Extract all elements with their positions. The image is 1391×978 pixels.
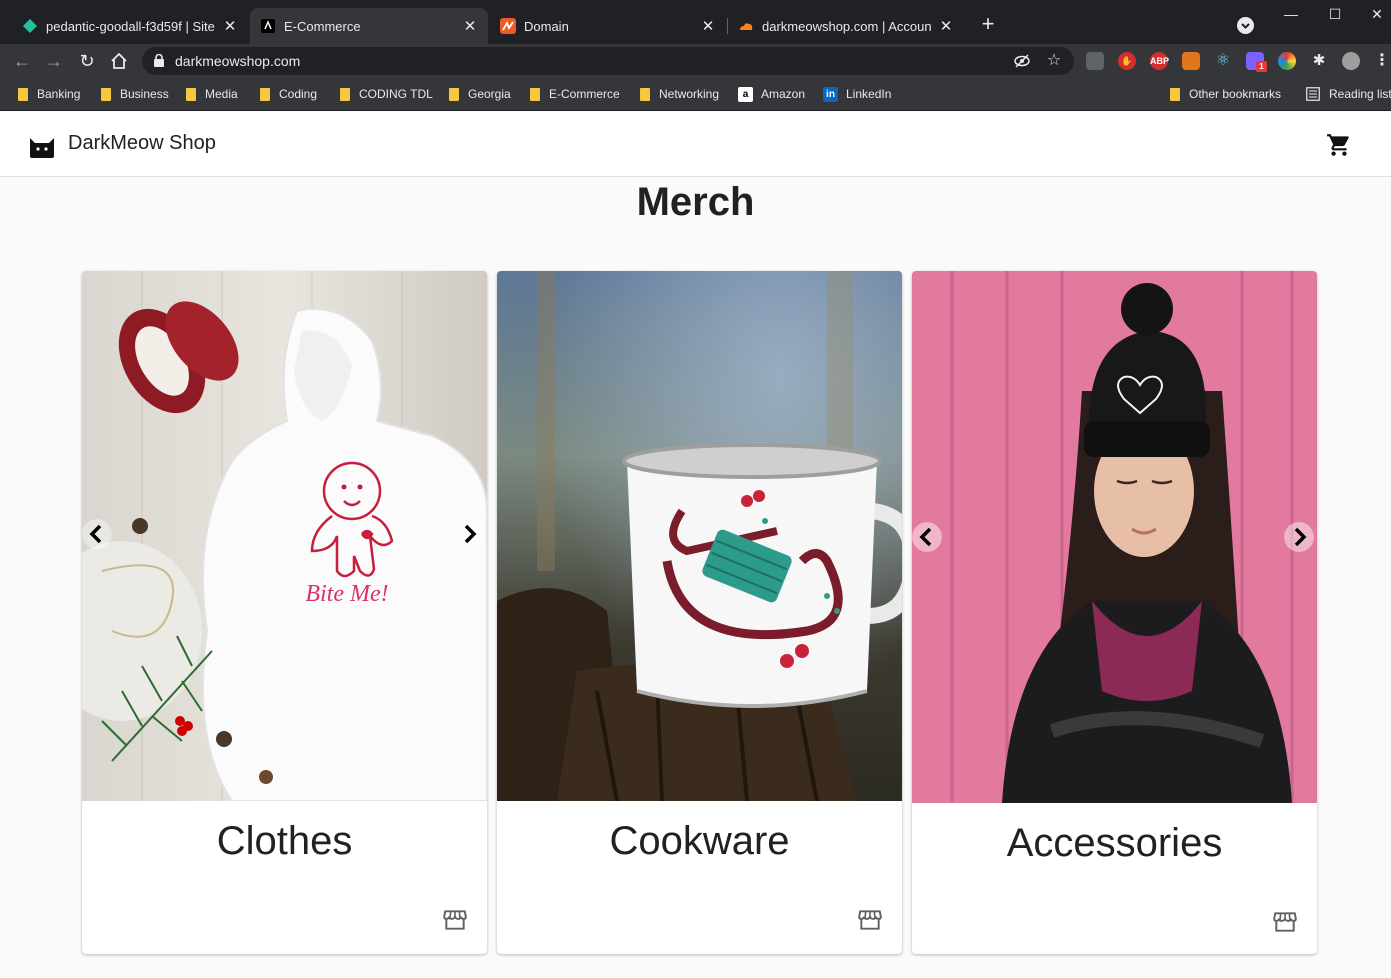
category-title: Cookware [609, 819, 790, 863]
black-cat-logo-icon[interactable] [28, 134, 56, 158]
home-icon[interactable] [108, 50, 130, 72]
carousel-prev-button[interactable] [82, 519, 112, 549]
category-card-accessories[interactable]: Accessories [912, 271, 1317, 954]
tab-netlify[interactable]: pedantic-goodall-f3d59f | Site ov ✕ [12, 8, 248, 44]
new-tab-button[interactable]: + [978, 13, 998, 35]
folder-extension-icon[interactable] [1086, 52, 1104, 70]
folder-icon [186, 87, 196, 101]
carousel-next-button[interactable] [1284, 522, 1314, 552]
category-image-cookware[interactable] [497, 271, 902, 801]
browser-tab-bar: pedantic-goodall-f3d59f | Site ov ✕ E-Co… [0, 0, 1391, 44]
tab-title: E-Commerce [284, 18, 361, 34]
metamask-extension-icon[interactable] [1182, 52, 1200, 70]
folder-icon [18, 87, 28, 101]
tab-title: Domain [524, 18, 569, 34]
extensions-puzzle-icon[interactable]: ✱ [1310, 52, 1328, 70]
beanie-model-image [912, 271, 1317, 803]
lock-icon [154, 54, 164, 67]
folder-icon [101, 87, 111, 101]
brand-name[interactable]: DarkMeow Shop [68, 132, 216, 155]
bookmark-star-icon[interactable]: ☆ [1045, 52, 1063, 70]
tab-domain[interactable]: Domain ✕ [490, 8, 726, 44]
bookmark-media[interactable]: Media [186, 86, 238, 102]
shirt-print-text: Bite Me! [305, 581, 388, 607]
carousel-next-button[interactable] [454, 519, 484, 549]
bookmark-coding-tdl[interactable]: CODING TDL [340, 86, 433, 102]
folder-icon [449, 87, 459, 101]
site-header: DarkMeow Shop [0, 112, 1391, 177]
category-card-cookware[interactable]: Cookware [497, 271, 902, 954]
reading-list[interactable]: Reading list [1306, 86, 1391, 102]
close-window-icon[interactable]: ✕ [1362, 6, 1391, 23]
storefront-icon[interactable] [442, 907, 468, 933]
bookmark-linkedin[interactable]: in LinkedIn [823, 86, 891, 102]
folder-icon [530, 87, 540, 101]
tab-title: darkmeowshop.com | Account | C [762, 18, 932, 34]
folder-icon [640, 87, 650, 101]
adblock-extension-icon[interactable]: ABP [1150, 52, 1169, 70]
extension-badge-count: 1 [1256, 61, 1267, 72]
stop-hand-extension-icon[interactable]: ✋ [1118, 52, 1136, 70]
category-image-accessories[interactable] [912, 271, 1317, 803]
bookmark-other[interactable]: Other bookmarks [1170, 86, 1281, 102]
storefront-icon[interactable] [1272, 909, 1298, 935]
storefront-icon[interactable] [857, 907, 883, 933]
extension-badge-icon[interactable]: 1 [1246, 52, 1267, 72]
category-title: Clothes [216, 819, 353, 863]
back-icon[interactable]: ← [11, 50, 33, 72]
bookmark-networking[interactable]: Networking [640, 86, 719, 102]
tab-ecommerce[interactable]: E-Commerce ✕ [250, 8, 488, 44]
category-image-clothes[interactable]: Bite Me! [82, 271, 487, 801]
address-bar[interactable]: darkmeowshop.com ☆ [142, 47, 1074, 75]
browser-menu-icon[interactable]: ⋮ [1374, 52, 1390, 70]
folder-icon [340, 87, 350, 101]
linkedin-icon: in [823, 86, 838, 102]
hoodie-gingerbread-image: Bite Me! [82, 271, 487, 801]
netlify-favicon-icon [23, 19, 37, 33]
bookmark-coding[interactable]: Coding [260, 86, 317, 102]
react-devtools-icon[interactable]: ⚛ [1214, 52, 1232, 70]
category-card-clothes[interactable]: Bite Me! Clothes [82, 271, 487, 954]
bookmark-amazon[interactable]: a Amazon [738, 86, 805, 102]
browser-toolbar: ← → ↻ darkmeowshop.com ☆ ✋ ABP ⚛ 1 ✱ ⋮ [0, 44, 1391, 78]
minimize-window-icon[interactable]: — [1276, 6, 1306, 22]
url-text: darkmeowshop.com [175, 53, 301, 69]
enamel-mug-sled-image [497, 271, 902, 801]
bookmark-banking[interactable]: Banking [18, 86, 80, 102]
category-title: Accessories [1006, 821, 1223, 865]
close-tab-icon[interactable]: ✕ [222, 17, 238, 35]
color-picker-extension-icon[interactable] [1278, 52, 1296, 70]
github-favicon-icon [261, 19, 275, 33]
maximize-window-icon[interactable]: ☐ [1320, 6, 1350, 23]
amazon-icon: a [738, 86, 753, 102]
reload-icon[interactable]: ↻ [76, 50, 98, 72]
close-tab-icon[interactable]: ✕ [938, 17, 954, 35]
bookmark-ecommerce[interactable]: E-Commerce [530, 86, 620, 102]
page-title: Merch [636, 180, 755, 224]
shopping-cart-icon[interactable] [1326, 132, 1352, 158]
close-tab-icon[interactable]: ✕ [462, 17, 478, 35]
tab-account[interactable]: darkmeowshop.com | Account | C ✕ [728, 8, 964, 44]
bookmark-business[interactable]: Business [101, 86, 169, 102]
forward-icon[interactable]: → [43, 50, 65, 72]
folder-icon [260, 87, 270, 101]
bookmark-georgia[interactable]: Georgia [449, 86, 511, 102]
domain-favicon-icon [500, 18, 516, 34]
close-tab-icon[interactable]: ✕ [700, 17, 716, 35]
cloud-favicon-icon [740, 23, 753, 30]
bookmarks-bar: Banking Business Media Coding CODING TDL… [0, 78, 1391, 111]
reading-list-icon [1306, 87, 1320, 101]
tab-search-icon[interactable] [1237, 17, 1254, 34]
tab-title: pedantic-goodall-f3d59f | Site ov [46, 18, 216, 34]
profile-avatar[interactable] [1342, 52, 1360, 70]
eye-off-icon[interactable] [1013, 52, 1031, 70]
folder-icon [1170, 87, 1180, 101]
carousel-prev-button[interactable] [912, 522, 942, 552]
